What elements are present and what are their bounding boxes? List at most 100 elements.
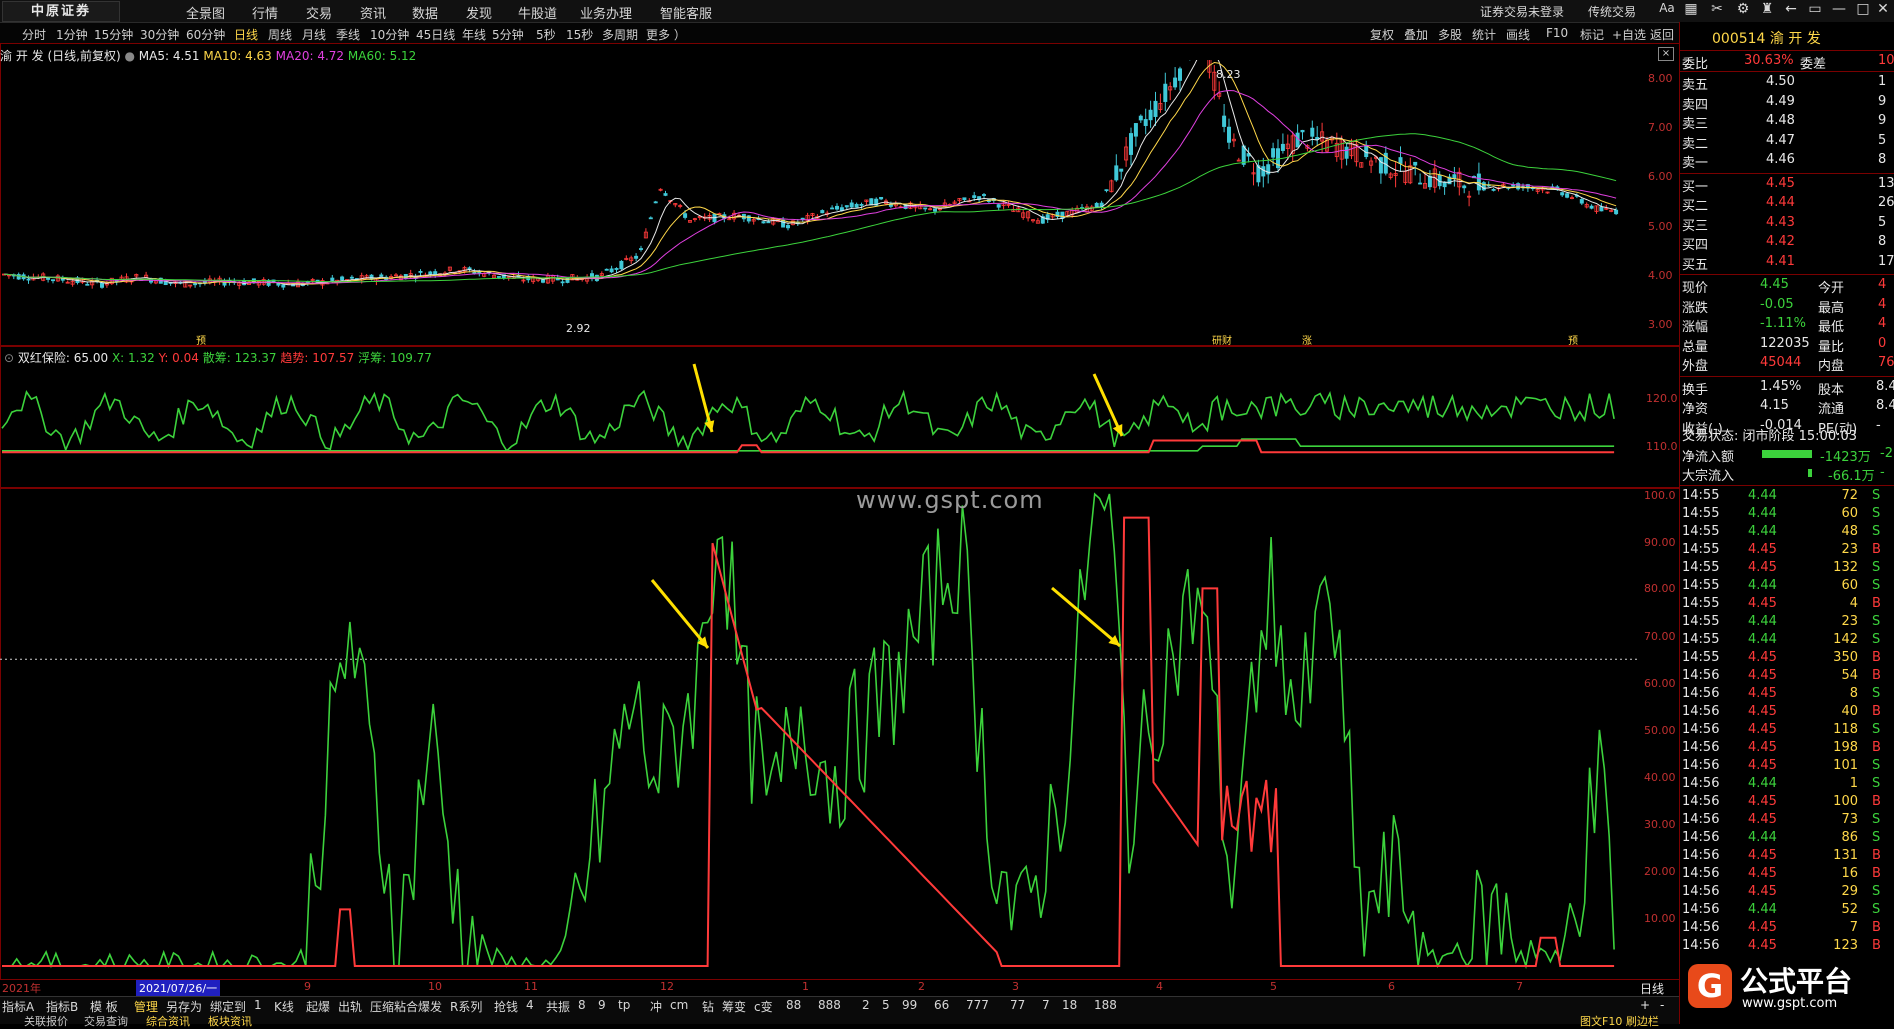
candle bbox=[560, 281, 565, 284]
candle bbox=[933, 208, 938, 212]
status-tab[interactable]: 综合资讯 bbox=[146, 1013, 190, 1029]
indicator-tool-button[interactable]: 8 bbox=[578, 998, 586, 1012]
login-status[interactable]: 证券交易未登录 bbox=[1480, 3, 1564, 20]
chart-tool-button[interactable]: F10 bbox=[1546, 26, 1568, 40]
period-tab[interactable]: 30分钟 bbox=[140, 26, 179, 43]
maximize-icon[interactable]: □ bbox=[1852, 1, 1874, 17]
trade-mode-button[interactable]: 传统交易 bbox=[1588, 3, 1636, 20]
chart-tool-button[interactable]: 叠加 bbox=[1404, 26, 1428, 43]
tick-time: 14:55 bbox=[1682, 596, 1720, 611]
gear-icon[interactable]: ⚙ bbox=[1732, 1, 1754, 17]
period-tab[interactable]: 周线 bbox=[268, 26, 292, 43]
top-menu-item[interactable]: 数据 bbox=[412, 3, 438, 22]
indicator-tool-button[interactable]: 压缩粘合爆发 bbox=[370, 998, 442, 1015]
candle bbox=[1560, 192, 1565, 196]
tools-icon[interactable]: ✂ bbox=[1706, 1, 1728, 17]
period-tab[interactable]: 5秒 bbox=[536, 26, 556, 43]
indicator-tool-button[interactable]: tp bbox=[618, 998, 630, 1012]
period-tab[interactable]: 15分钟 bbox=[94, 26, 133, 43]
top-menu-item[interactable]: 业务办理 bbox=[580, 3, 632, 22]
zoom-out-button[interactable]: - bbox=[1660, 998, 1664, 1012]
period-tab[interactable]: 多周期 bbox=[602, 26, 638, 43]
font-size-button[interactable]: Aa bbox=[1656, 1, 1678, 15]
sell-level-price: 4.48 bbox=[1766, 113, 1795, 128]
close-icon[interactable]: ✕ bbox=[1872, 1, 1894, 17]
top-menu-item[interactable]: 资讯 bbox=[360, 3, 386, 22]
tick-side: B bbox=[1872, 650, 1881, 665]
period-tab[interactable]: 15秒 bbox=[566, 26, 593, 43]
minimize-icon[interactable]: — bbox=[1828, 1, 1850, 17]
indicator-tool-button[interactable]: 188 bbox=[1094, 998, 1117, 1012]
top-menu-item[interactable]: 交易 bbox=[306, 3, 332, 22]
indicator-tool-button[interactable]: 2 bbox=[862, 998, 870, 1012]
chart-tool-button[interactable]: 多股 bbox=[1438, 26, 1462, 43]
indicator-tool-button[interactable]: 888 bbox=[818, 998, 841, 1012]
indicator-tool-button[interactable]: 5 bbox=[882, 998, 890, 1012]
collapse-icon[interactable]: × bbox=[1658, 47, 1674, 61]
annotation-arrow bbox=[650, 579, 710, 649]
candle bbox=[46, 277, 51, 280]
indicator-tool-button[interactable]: 777 bbox=[966, 998, 989, 1012]
back-arrow-icon[interactable]: ← bbox=[1780, 1, 1802, 17]
shirt-icon[interactable]: ♜ bbox=[1756, 1, 1778, 17]
candle bbox=[663, 193, 668, 196]
period-tab[interactable]: 1分钟 bbox=[56, 26, 88, 43]
chart-tool-button[interactable]: 返回 bbox=[1650, 26, 1674, 43]
zoom-in-button[interactable]: + bbox=[1640, 998, 1650, 1012]
period-tab[interactable]: 5分钟 bbox=[492, 26, 524, 43]
period-tab[interactable]: 日线 bbox=[234, 26, 258, 43]
status-tab[interactable]: 关联报价 bbox=[24, 1013, 68, 1029]
top-menu-item[interactable]: 全景图 bbox=[186, 3, 225, 22]
indicator-tool-button[interactable]: 筹变 bbox=[722, 998, 746, 1015]
chart-tool-button[interactable]: 标记 bbox=[1580, 26, 1604, 43]
screen-icon[interactable]: ▭ bbox=[1804, 1, 1826, 17]
indicator-tool-button[interactable]: 出轨 bbox=[338, 998, 362, 1015]
candle bbox=[1104, 189, 1109, 192]
status-right[interactable]: 图文F10 刷边栏 bbox=[1580, 1013, 1659, 1029]
chart-tool-button[interactable]: 统计 bbox=[1472, 26, 1496, 43]
indicator-tool-button[interactable]: 9 bbox=[598, 998, 606, 1012]
indicator-tool-button[interactable]: K线 bbox=[274, 998, 294, 1015]
status-tab[interactable]: 交易查询 bbox=[84, 1013, 128, 1029]
chart-tool-button[interactable]: 复权 bbox=[1370, 26, 1394, 43]
indicator-tool-button[interactable]: 77 bbox=[1010, 998, 1025, 1012]
indicator-tool-button[interactable]: 18 bbox=[1062, 998, 1077, 1012]
indicator-tool-button[interactable]: 钻 bbox=[702, 998, 714, 1015]
indicator-tool-button[interactable]: 99 bbox=[902, 998, 917, 1012]
top-menu-item[interactable]: 智能客服 bbox=[660, 3, 712, 22]
indicator-tool-button[interactable]: 起爆 bbox=[306, 998, 330, 1015]
indicator-tool-button[interactable]: R系列 bbox=[450, 998, 482, 1015]
indicator-tool-button[interactable]: c变 bbox=[754, 998, 773, 1015]
status-tab[interactable]: 板块资讯 bbox=[208, 1013, 252, 1029]
indicator-tool-button[interactable]: 66 bbox=[934, 998, 949, 1012]
period-tab[interactable]: 10分钟 bbox=[370, 26, 409, 43]
grid-icon[interactable]: ▦ bbox=[1680, 1, 1702, 17]
candle bbox=[1133, 123, 1138, 137]
chart-tool-button[interactable]: +自选 bbox=[1612, 26, 1646, 43]
period-tab[interactable]: 分时 bbox=[22, 26, 46, 43]
indicator-tool-button[interactable]: 4 bbox=[526, 998, 534, 1012]
tick-volume: 52 bbox=[1841, 902, 1858, 917]
period-tab[interactable]: 月线 bbox=[302, 26, 326, 43]
chart-tool-button[interactable]: 画线 bbox=[1506, 26, 1530, 43]
period-tab[interactable]: 年线 bbox=[462, 26, 486, 43]
indicator-tool-button[interactable]: cm bbox=[670, 998, 688, 1012]
indicator-tool-button[interactable]: 冲 bbox=[650, 998, 662, 1015]
candle bbox=[1614, 209, 1619, 215]
period-tab[interactable]: 45日线 bbox=[416, 26, 455, 43]
tick-side: S bbox=[1872, 776, 1881, 791]
indicator-tool-button[interactable]: 抢钱 bbox=[494, 998, 518, 1015]
period-tab[interactable]: 更多 ） bbox=[646, 26, 686, 43]
top-menu-item[interactable]: 行情 bbox=[252, 3, 278, 22]
stat-label: 涨跌 bbox=[1682, 300, 1709, 316]
top-menu-item[interactable]: 牛股道 bbox=[518, 3, 557, 22]
indicator-tool-button[interactable]: 7 bbox=[1042, 998, 1050, 1012]
top-menu-item[interactable]: 发现 bbox=[466, 3, 492, 22]
indicator-tool-button[interactable]: 88 bbox=[786, 998, 801, 1012]
candle bbox=[923, 207, 928, 210]
period-tab[interactable]: 季线 bbox=[336, 26, 360, 43]
indicator-tool-button[interactable]: 共振 bbox=[546, 998, 570, 1015]
period-tab[interactable]: 60分钟 bbox=[186, 26, 225, 43]
indicator-tool-button[interactable]: 1 bbox=[254, 998, 262, 1012]
tick-price: 4.45 bbox=[1748, 560, 1777, 575]
